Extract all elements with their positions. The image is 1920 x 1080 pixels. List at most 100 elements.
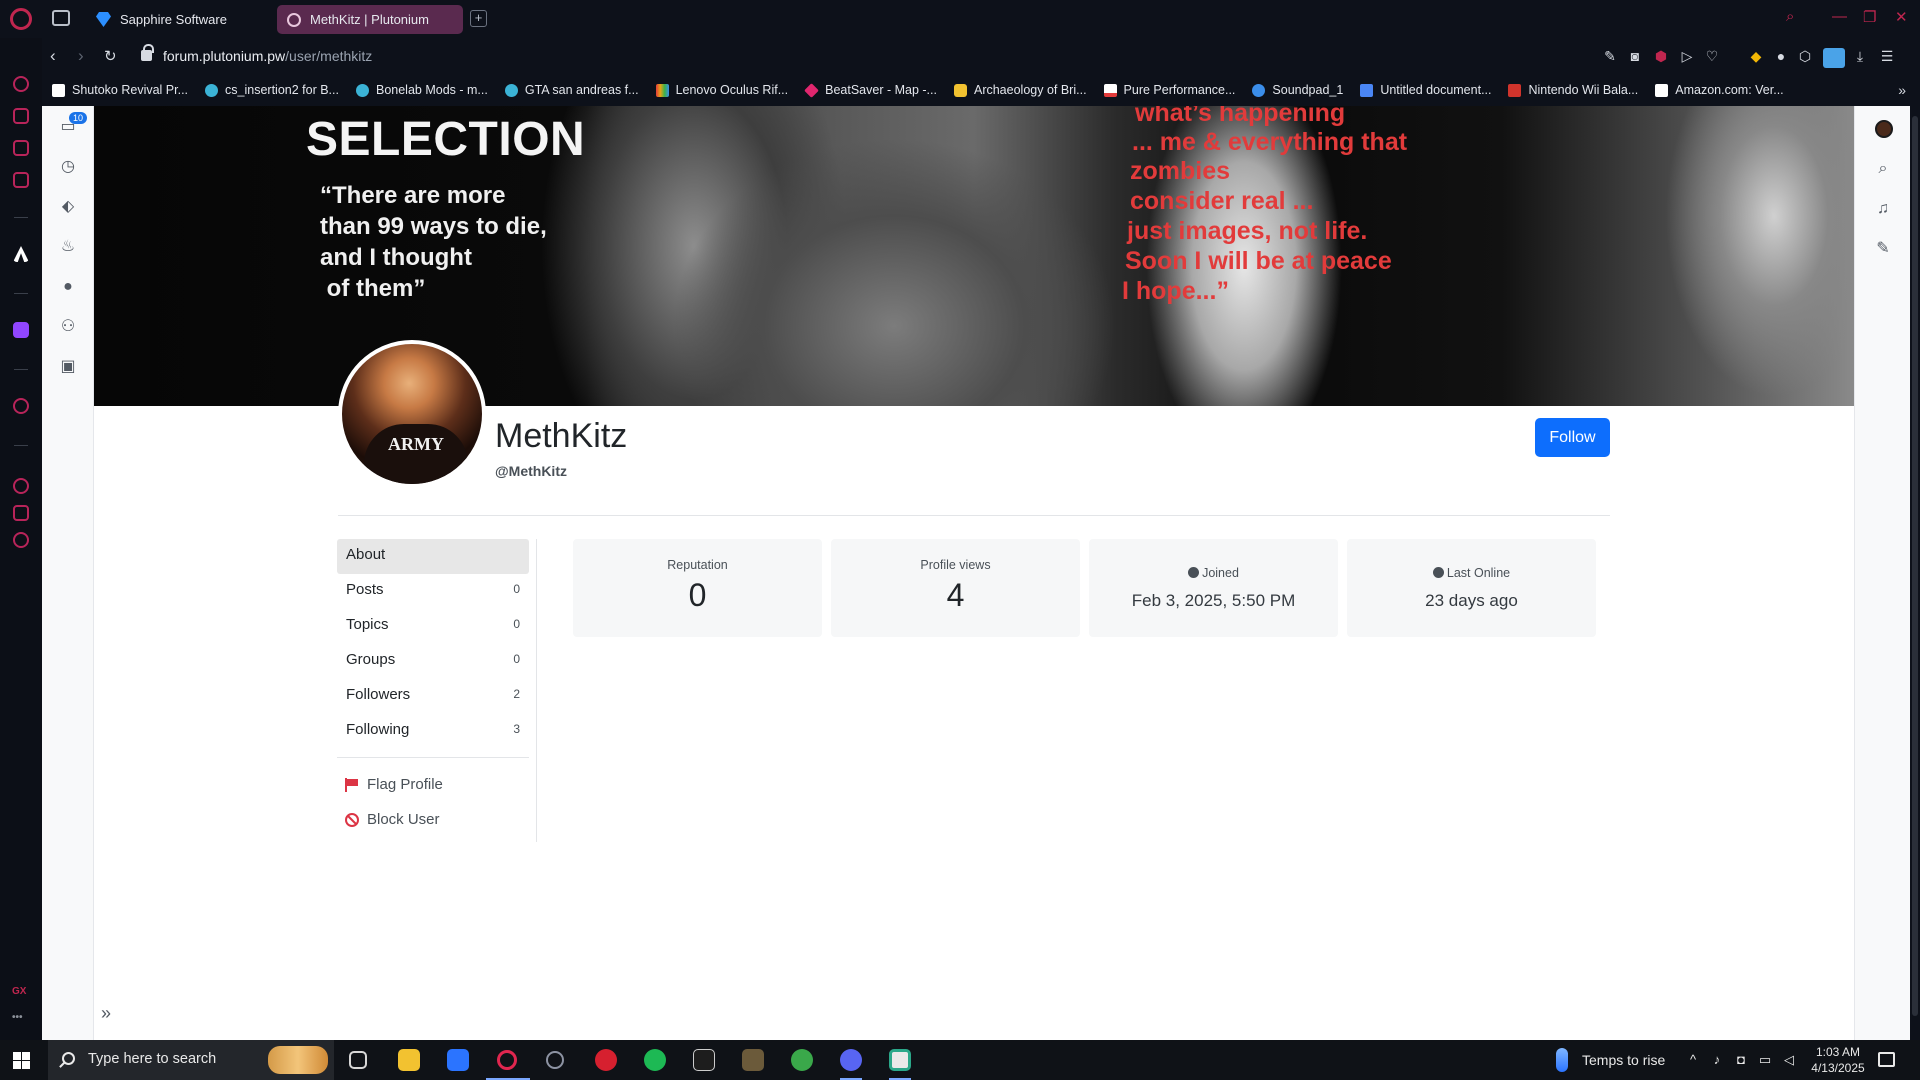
taskbar-search-box[interactable]: Type here to search bbox=[48, 1040, 334, 1080]
minimize-icon[interactable]: — bbox=[1832, 8, 1847, 25]
back-icon[interactable]: ‹ bbox=[50, 46, 56, 66]
profile-thumbnail-icon[interactable] bbox=[1823, 48, 1845, 68]
workspaces-icon[interactable] bbox=[52, 10, 70, 26]
nav-posts[interactable]: Posts 0 bbox=[337, 574, 529, 609]
aria-icon[interactable] bbox=[13, 246, 29, 262]
bookmark-item[interactable]: Bonelab Mods - m... bbox=[355, 83, 488, 97]
popular-fire-icon[interactable]: ♨ bbox=[59, 238, 77, 256]
extensions-icon[interactable] bbox=[13, 505, 29, 521]
gx-corner-icon[interactable] bbox=[13, 108, 29, 124]
recent-clock-icon[interactable]: ◷ bbox=[59, 158, 77, 176]
easy-setup-icon[interactable]: ☰ bbox=[1879, 48, 1895, 64]
page-scrollbar[interactable] bbox=[1910, 106, 1920, 1040]
weather-thermometer-icon[interactable] bbox=[1556, 1048, 1568, 1072]
notifications-bell-icon[interactable]: ♫ bbox=[1874, 200, 1892, 218]
bookmark-item[interactable]: Lenovo Oculus Rif... bbox=[655, 83, 788, 97]
bookmark-item[interactable]: Amazon.com: Ver... bbox=[1655, 83, 1784, 97]
plutonium-taskbar-icon[interactable] bbox=[546, 1051, 564, 1069]
tab-search-icon[interactable]: ⌕ bbox=[1786, 8, 1794, 25]
nav-label: Followers bbox=[346, 686, 411, 703]
cover-red-line: I hope...” bbox=[1122, 277, 1229, 305]
nav-count: 3 bbox=[513, 722, 520, 736]
stat-label-row: Joined bbox=[1089, 566, 1338, 580]
tab-sapphire-software[interactable]: Sapphire Software bbox=[86, 5, 268, 34]
search-icon[interactable]: ⌕ bbox=[1874, 160, 1892, 178]
globe-app-icon[interactable] bbox=[791, 1049, 813, 1071]
bookmark-item[interactable]: BeatSaver - Map -... bbox=[804, 82, 937, 98]
settings-gear-icon[interactable] bbox=[13, 532, 29, 548]
weather-text[interactable]: Temps to rise bbox=[1582, 1052, 1665, 1068]
maximize-icon[interactable]: ❐ bbox=[1863, 8, 1876, 26]
media-player-icon[interactable] bbox=[595, 1049, 617, 1071]
profile-divider bbox=[338, 515, 1610, 516]
nav-about[interactable]: About bbox=[337, 539, 529, 574]
news-icon[interactable] bbox=[13, 140, 29, 156]
donate-money-icon[interactable]: ▣ bbox=[59, 358, 77, 376]
flag-profile-link[interactable]: Flag Profile bbox=[345, 776, 443, 793]
block-user-link[interactable]: Block User bbox=[345, 811, 440, 828]
extensions-cube-icon[interactable]: ⬡ bbox=[1797, 48, 1813, 64]
game-launcher-icon[interactable] bbox=[742, 1049, 764, 1071]
extension-medal-icon[interactable]: ◆ bbox=[1748, 48, 1764, 64]
users-icon[interactable]: ● bbox=[59, 278, 77, 296]
camera-in-use-icon[interactable]: ◘ bbox=[1734, 1053, 1748, 1067]
forward-icon[interactable]: › bbox=[78, 46, 84, 66]
volume-icon[interactable]: ◁ bbox=[1782, 1053, 1796, 1067]
scrollbar-thumb[interactable] bbox=[1912, 116, 1918, 1016]
tab-methkitz-plutonium[interactable]: MethKitz | Plutonium bbox=[277, 5, 463, 34]
camera-icon[interactable]: ◙ bbox=[1627, 48, 1643, 64]
snapshot-edit-icon[interactable]: ✎ bbox=[1602, 48, 1618, 64]
tags-icon[interactable]: ⬖ bbox=[59, 198, 77, 216]
compose-icon[interactable]: ✎ bbox=[1874, 240, 1892, 258]
groups-icon[interactable]: ⚇ bbox=[59, 318, 77, 336]
close-icon[interactable]: ✕ bbox=[1895, 8, 1908, 26]
opera-menu-icon[interactable] bbox=[10, 8, 32, 30]
task-view-icon[interactable] bbox=[349, 1051, 367, 1069]
extension-s-icon[interactable]: ● bbox=[1773, 48, 1789, 64]
follow-button[interactable]: Follow bbox=[1535, 418, 1610, 457]
twitch-icon[interactable] bbox=[13, 322, 29, 338]
microsoft-store-icon[interactable] bbox=[447, 1049, 469, 1071]
stat-label: Last Online bbox=[1446, 566, 1511, 580]
expand-sidebar-icon[interactable]: » bbox=[101, 1003, 111, 1024]
history-icon[interactable] bbox=[13, 478, 29, 494]
bookmark-item[interactable]: Archaeology of Bri... bbox=[953, 83, 1087, 97]
sidebar-more-icon[interactable]: ••• bbox=[12, 1012, 23, 1023]
bookmark-item[interactable]: Untitled document... bbox=[1360, 83, 1491, 97]
nav-topics[interactable]: Topics 0 bbox=[337, 609, 529, 644]
bookmark-item[interactable]: Pure Performance... bbox=[1103, 83, 1235, 97]
bookmarks-more-icon[interactable]: » bbox=[1898, 82, 1906, 98]
discord-icon[interactable] bbox=[840, 1049, 862, 1071]
new-tab-button[interactable]: + bbox=[470, 10, 487, 27]
bookmark-item[interactable]: Nintendo Wii Bala... bbox=[1508, 83, 1638, 97]
vpn-shield-icon[interactable]: ⬢ bbox=[1653, 48, 1669, 64]
notification-center-icon[interactable] bbox=[1878, 1052, 1895, 1067]
url-field[interactable]: forum.plutonium.pw/user/methkitz bbox=[163, 48, 372, 64]
download-icon[interactable]: ⤓ bbox=[1852, 48, 1868, 64]
player-circle-icon[interactable] bbox=[13, 398, 29, 414]
spotify-icon[interactable] bbox=[644, 1049, 666, 1071]
reload-icon[interactable]: ↻ bbox=[104, 47, 117, 65]
heart-icon[interactable]: ♡ bbox=[1704, 48, 1720, 64]
call-of-duty-icon[interactable] bbox=[693, 1049, 715, 1071]
opera-gx-taskbar-icon[interactable] bbox=[497, 1050, 517, 1070]
taskbar-search-placeholder: Type here to search bbox=[88, 1051, 217, 1067]
network-icon[interactable]: ▭ bbox=[1758, 1053, 1772, 1067]
user-avatar-icon[interactable] bbox=[1875, 120, 1893, 138]
bookmark-item[interactable]: GTA san andreas f... bbox=[504, 83, 639, 97]
nav-following[interactable]: Following 3 bbox=[337, 714, 529, 749]
gx-control-icon[interactable] bbox=[13, 76, 29, 92]
file-explorer-icon[interactable] bbox=[398, 1049, 420, 1071]
notepad-app-icon[interactable] bbox=[889, 1049, 911, 1071]
bookmark-item[interactable]: cs_insertion2 for B... bbox=[205, 83, 339, 97]
bookmark-item[interactable]: Soundpad_1 bbox=[1252, 83, 1343, 97]
player-icon[interactable]: ▷ bbox=[1679, 48, 1695, 64]
tray-clock[interactable]: 1:03 AM 4/13/2025 bbox=[1806, 1044, 1870, 1076]
tray-chevron-up-icon[interactable]: ^ bbox=[1686, 1053, 1700, 1067]
windows-start-icon[interactable] bbox=[13, 1052, 30, 1069]
bookmark-item[interactable]: Shutoko Revival Pr... bbox=[52, 83, 188, 97]
nav-groups[interactable]: Groups 0 bbox=[337, 644, 529, 679]
microphone-icon[interactable]: ♪ bbox=[1710, 1053, 1724, 1067]
nav-followers[interactable]: Followers 2 bbox=[337, 679, 529, 714]
messenger-m-icon[interactable] bbox=[13, 172, 29, 188]
